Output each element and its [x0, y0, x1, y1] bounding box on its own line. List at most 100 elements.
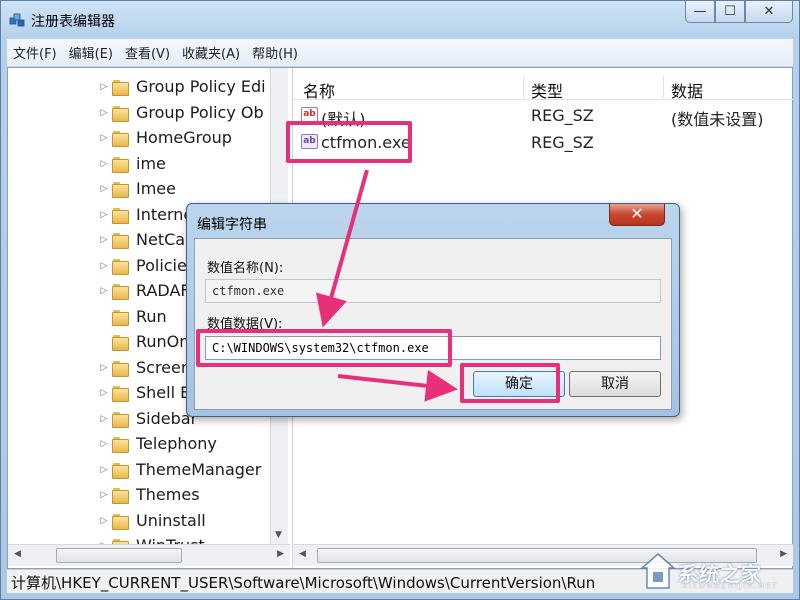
scroll-right-icon[interactable]: ▶: [277, 549, 284, 559]
edit-string-dialog: 编辑字符串 ✕ 数值名称(N): ctfmon.exe 数值数据(V): C:\…: [186, 203, 680, 417]
minimize-icon: —: [693, 4, 707, 19]
folder-icon: [112, 334, 130, 351]
scroll-down-icon[interactable]: ▼: [275, 530, 282, 540]
value-data-label: 数值数据(V):: [207, 317, 283, 332]
tree-item-label: Themes: [136, 485, 200, 504]
tree-item[interactable]: ▷ Themes: [8, 482, 270, 507]
tree-item-label: ThemeManager: [136, 460, 262, 479]
close-icon: ✕: [630, 204, 644, 223]
tree-item-label: RADAF: [136, 281, 190, 300]
tree-item-label: Interne: [136, 205, 194, 224]
tree-item[interactable]: ▷ Group Policy Ob: [8, 100, 270, 125]
close-button[interactable]: ✕: [745, 1, 793, 23]
folder-icon: [112, 207, 130, 224]
expand-arrow-icon[interactable]: ▷: [98, 465, 110, 475]
tree-item-label: HomeGroup: [136, 128, 232, 147]
tree-item-label: Group Policy Edi: [136, 77, 266, 96]
tree-item[interactable]: ▷ ThemeManager: [8, 457, 270, 482]
expand-arrow-icon[interactable]: ▷: [98, 363, 110, 373]
expand-arrow-icon[interactable]: ▷: [98, 490, 110, 500]
expand-arrow-icon[interactable]: ▷: [98, 439, 110, 449]
tree-item-label: Shell E: [136, 383, 191, 402]
folder-icon: [112, 436, 130, 453]
menu-view[interactable]: 查看(V): [119, 43, 176, 62]
menu-file[interactable]: 文件(F): [7, 43, 63, 62]
list-header: 名称 类型 数据: [293, 74, 793, 101]
folder-icon: [112, 156, 130, 173]
value-type: REG_SZ: [531, 133, 594, 152]
folder-icon: [112, 232, 130, 249]
menu-bar: 文件(F) 编辑(E) 查看(V) 收藏夹(A) 帮助(H): [7, 39, 793, 67]
registry-app-icon: [9, 13, 25, 27]
folder-icon: [112, 258, 130, 275]
maximize-icon: ☐: [724, 4, 736, 19]
value-name-label: 数值名称(N):: [207, 261, 284, 276]
close-icon: ✕: [763, 4, 775, 19]
scroll-left-icon[interactable]: ◀: [299, 549, 306, 559]
tree-item-label: Uninstall: [136, 511, 206, 530]
expand-arrow-icon[interactable]: ▷: [98, 286, 110, 296]
string-value-icon: ab: [301, 107, 318, 122]
scroll-left-icon[interactable]: ◀: [14, 549, 21, 559]
column-header-type[interactable]: 类型: [531, 78, 563, 101]
folder-icon: [112, 411, 130, 428]
expand-arrow-icon[interactable]: ▷: [98, 210, 110, 220]
list-row[interactable]: ab (默认) REG_SZ (数值未设置): [293, 102, 793, 129]
tree-item[interactable]: ▷ Uninstall: [8, 508, 270, 533]
tree-item-label: Telephony: [136, 434, 217, 453]
tree-item[interactable]: ▷ Group Policy Edi: [8, 74, 270, 99]
expand-arrow-icon[interactable]: ▷: [98, 388, 110, 398]
value-name: ctfmon.exe: [321, 133, 411, 152]
maximize-button[interactable]: ☐: [715, 1, 745, 23]
column-divider[interactable]: [663, 76, 664, 98]
value-name-field: ctfmon.exe: [205, 279, 661, 303]
dialog-title: 编辑字符串: [197, 217, 267, 233]
folder-icon: [112, 462, 130, 479]
expand-arrow-icon[interactable]: ▷: [98, 235, 110, 245]
tree-item[interactable]: ▷ ime: [8, 151, 270, 176]
house-logo-icon: [640, 553, 676, 589]
cancel-button[interactable]: 取消: [569, 371, 661, 397]
expand-arrow-icon[interactable]: ▷: [98, 82, 110, 92]
window-title: 注册表编辑器: [31, 14, 115, 30]
tree-item[interactable]: ▷ HomeGroup: [8, 125, 270, 150]
expand-arrow-icon[interactable]: ▷: [98, 414, 110, 424]
expand-arrow-icon[interactable]: ▷: [98, 133, 110, 143]
value-data-input[interactable]: C:\WINDOWS\system32\ctfmon.exe: [205, 336, 661, 360]
expand-arrow-icon[interactable]: ▷: [98, 516, 110, 526]
folder-icon: [112, 181, 130, 198]
folder-icon: [112, 487, 130, 504]
list-row-ctfmon[interactable]: ab ctfmon.exe REG_SZ: [293, 129, 793, 155]
menu-edit[interactable]: 编辑(E): [63, 43, 119, 62]
tree-item-label: RunOn: [136, 332, 190, 351]
expand-arrow-icon[interactable]: ▷: [98, 108, 110, 118]
title-bar[interactable]: 注册表编辑器 — ☐ ✕: [1, 1, 799, 39]
value-data: (数值未设置): [671, 110, 764, 129]
folder-icon: [112, 283, 130, 300]
tree-item-label: Group Policy Ob: [136, 103, 264, 122]
folder-icon: [112, 309, 130, 326]
tree-item-label: ime: [136, 154, 166, 173]
column-header-name[interactable]: 名称: [303, 78, 335, 101]
menu-help[interactable]: 帮助(H): [246, 43, 304, 62]
expand-arrow-icon[interactable]: ▷: [98, 261, 110, 271]
ok-button[interactable]: 确定: [473, 371, 565, 397]
window-controls: — ☐ ✕: [685, 1, 793, 23]
column-header-data[interactable]: 数据: [671, 78, 703, 101]
expand-arrow-icon[interactable]: ▷: [98, 184, 110, 194]
tree-item-label: Screen: [136, 358, 192, 377]
value-name: (默认): [321, 110, 366, 129]
string-value-icon: ab: [301, 134, 318, 149]
expand-arrow-icon[interactable]: ▷: [98, 159, 110, 169]
scrollbar-thumb[interactable]: [56, 548, 182, 563]
folder-icon: [112, 360, 130, 377]
dialog-close-button[interactable]: ✕: [609, 204, 665, 226]
column-divider[interactable]: [523, 76, 524, 98]
tree-item[interactable]: ▷ Telephony: [8, 431, 270, 456]
folder-icon: [112, 513, 130, 530]
tree-horizontal-scrollbar[interactable]: ◀ ▶: [8, 544, 290, 566]
minimize-button[interactable]: —: [685, 1, 715, 23]
tree-item[interactable]: ▷ Imee: [8, 176, 270, 201]
menu-favorites[interactable]: 收藏夹(A): [176, 43, 246, 62]
folder-icon: [112, 385, 130, 402]
